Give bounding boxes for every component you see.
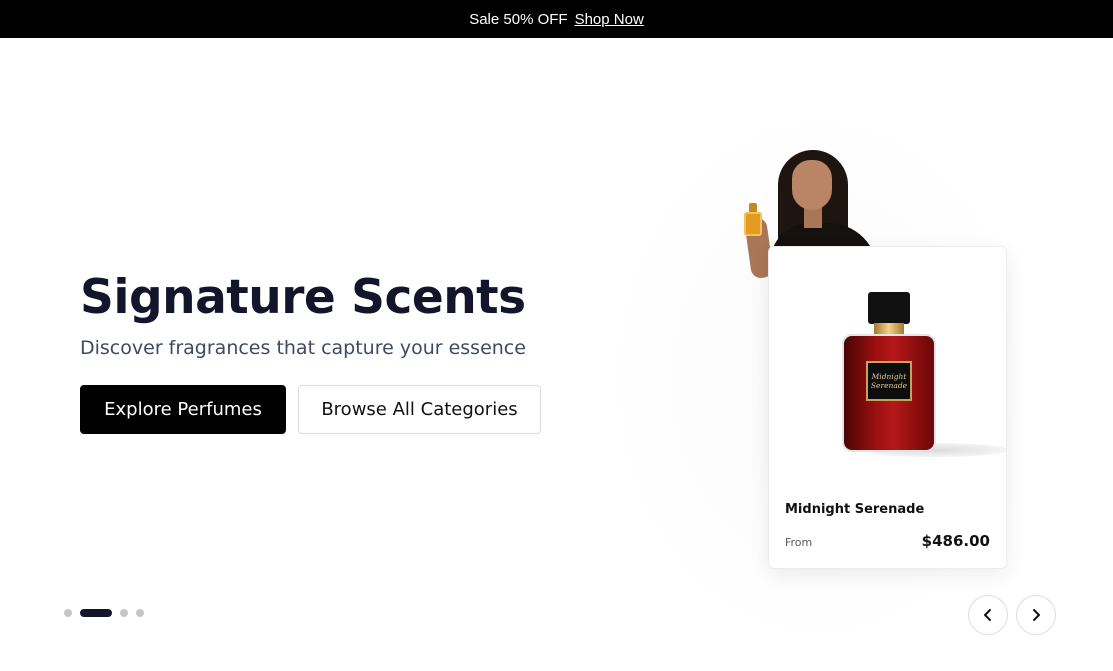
carousel-next-button[interactable] xyxy=(1016,595,1056,635)
bottle-label: Midnight Serenade xyxy=(866,361,912,401)
carousel-prev-button[interactable] xyxy=(968,595,1008,635)
model-face xyxy=(792,160,832,210)
product-name: Midnight Serenade xyxy=(785,502,925,517)
carousel-dot[interactable] xyxy=(136,609,144,617)
bottle-label-line-1: Midnight xyxy=(871,372,907,381)
explore-perfumes-button[interactable]: Explore Perfumes xyxy=(80,385,286,434)
promo-text: Sale 50% OFF xyxy=(469,10,568,28)
bottle-label-line-2: Serenade xyxy=(870,381,908,390)
hero-title: Signature Scents xyxy=(80,270,526,325)
promo-bar: Sale 50% OFF Shop Now xyxy=(0,0,1113,38)
chevron-right-icon xyxy=(1033,609,1040,621)
carousel-dot[interactable] xyxy=(64,609,72,617)
product-card[interactable]: Midnight Serenade Midnight Serenade From… xyxy=(768,246,1007,569)
carousel-dot-active[interactable] xyxy=(80,609,112,617)
bottle-cap xyxy=(868,292,910,324)
chevron-left-icon xyxy=(984,609,991,621)
hero-subtitle: Discover fragrances that capture your es… xyxy=(80,337,526,359)
product-image: Midnight Serenade xyxy=(769,247,1006,487)
hero-section: Signature Scents Discover fragrances tha… xyxy=(0,38,1113,671)
mini-perfume-bottle xyxy=(744,212,762,236)
browse-categories-button[interactable]: Browse All Categories xyxy=(298,385,541,434)
carousel-pagination xyxy=(64,609,144,617)
carousel-dot[interactable] xyxy=(120,609,128,617)
price-prefix: From xyxy=(785,536,813,549)
product-price: $486.00 xyxy=(921,532,990,550)
shop-now-link[interactable]: Shop Now xyxy=(575,11,644,28)
